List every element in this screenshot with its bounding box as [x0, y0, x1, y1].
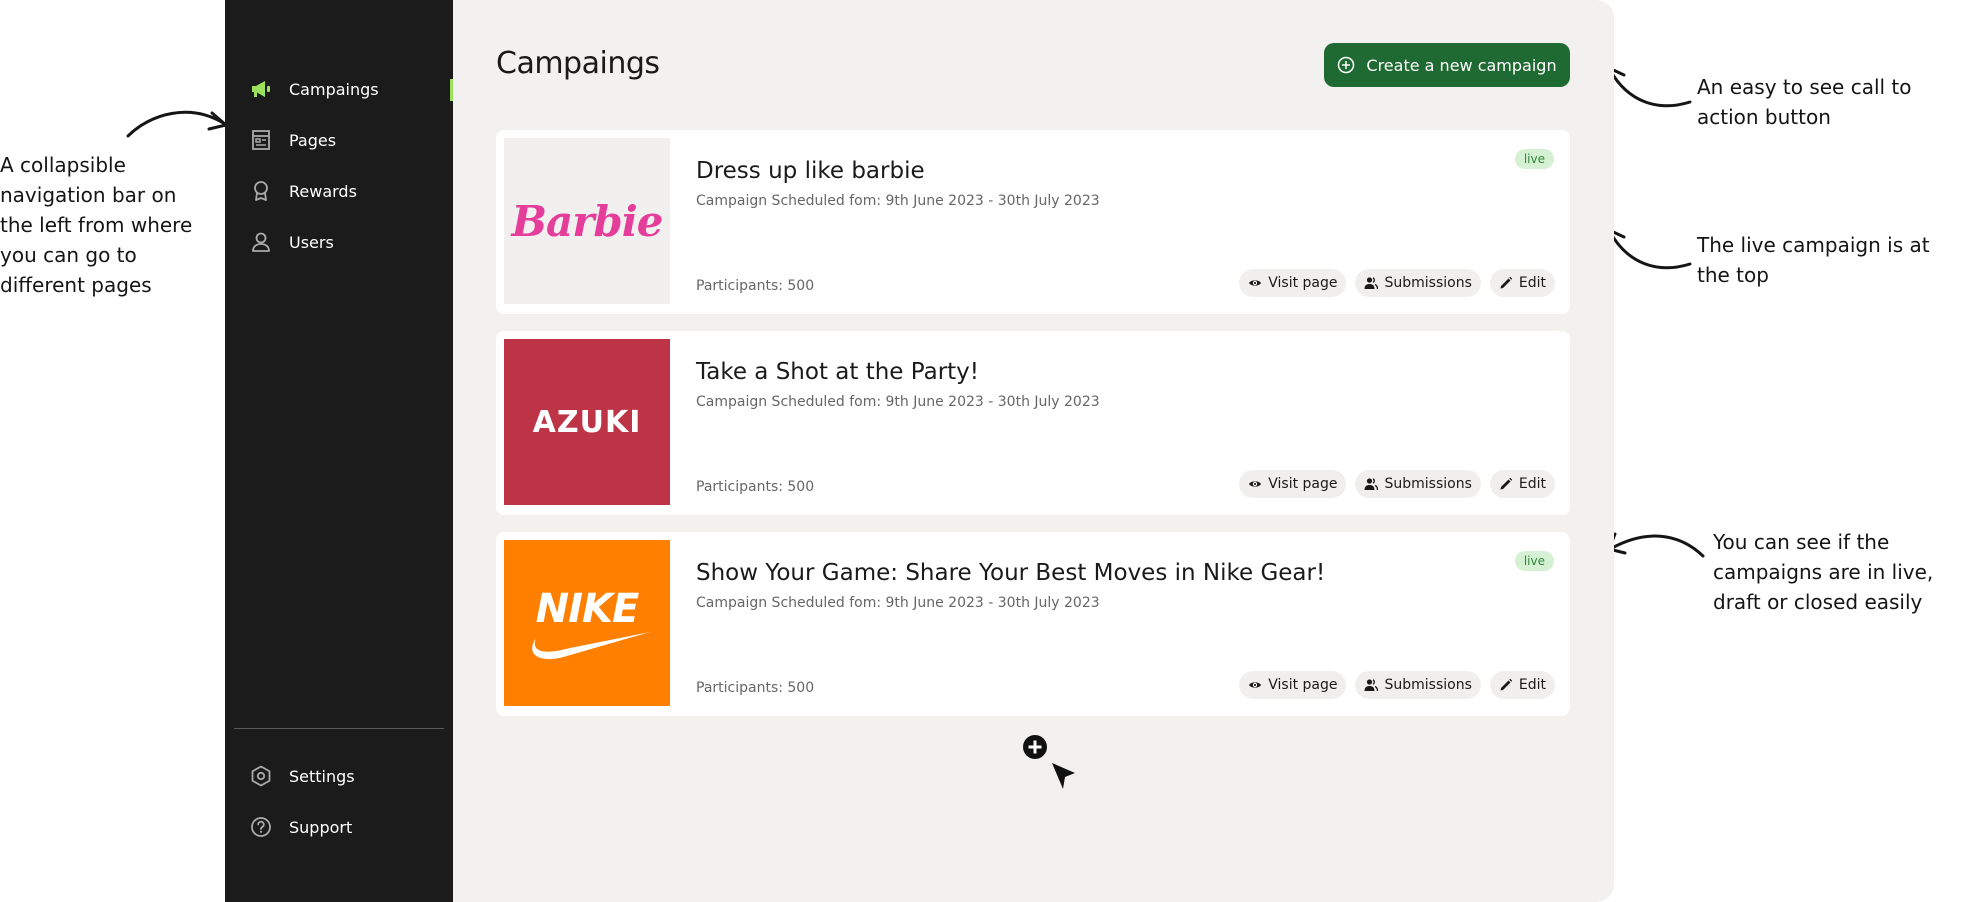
campaign-thumbnail-azuki: AZUKI — [504, 339, 670, 505]
submissions-label: Submissions — [1384, 677, 1472, 693]
sidebar-item-settings[interactable]: Settings — [250, 756, 453, 796]
campaign-participants: Participants: 500 — [696, 680, 815, 696]
campaign-card[interactable]: AZUKI Take a Shot at the Party! Campaign… — [496, 331, 1570, 515]
megaphone-icon — [250, 78, 272, 100]
campaign-thumbnail-nike: NIKE — [504, 540, 670, 706]
users-icon — [1364, 477, 1379, 491]
annotation-arrow-left — [126, 110, 228, 138]
visit-page-button[interactable]: Visit page — [1239, 671, 1347, 699]
add-campaign-plus-icon[interactable] — [1021, 733, 1081, 793]
edit-button[interactable]: Edit — [1489, 470, 1555, 498]
sidebar-item-label: Settings — [289, 766, 355, 786]
barbie-logo: Barbie — [511, 196, 664, 246]
campaign-participants: Participants: 500 — [696, 278, 815, 294]
campaign-card[interactable]: NIKE Show Your Game: Share Your Best Mov… — [496, 532, 1570, 716]
eye-icon — [1248, 477, 1262, 491]
sidebar-divider — [234, 728, 444, 729]
campaign-title: Dress up like barbie — [696, 158, 925, 184]
status-badge: live — [1514, 551, 1554, 571]
visit-page-button[interactable]: Visit page — [1239, 269, 1347, 297]
campaign-schedule: Campaign Scheduled fom: 9th June 2023 - … — [696, 193, 1100, 209]
page-icon — [250, 129, 272, 151]
status-badge: live — [1514, 149, 1554, 169]
pencil-icon — [1499, 477, 1513, 491]
annotation-navigation: A collapsible navigation bar on the left… — [0, 153, 193, 297]
campaign-title: Take a Shot at the Party! — [696, 359, 979, 385]
visit-page-button[interactable]: Visit page — [1239, 470, 1347, 498]
annotation-live: The live campaign is at the top — [1697, 233, 1930, 287]
visit-page-label: Visit page — [1268, 677, 1338, 693]
submissions-button[interactable]: Submissions — [1355, 269, 1481, 297]
campaign-schedule: Campaign Scheduled fom: 9th June 2023 - … — [696, 595, 1100, 611]
create-campaign-button[interactable]: Create a new campaign — [1324, 43, 1570, 87]
edit-label: Edit — [1518, 275, 1546, 291]
award-icon — [250, 180, 272, 202]
submissions-button[interactable]: Submissions — [1355, 470, 1481, 498]
sidebar-item-label: Pages — [289, 130, 337, 150]
campaign-card[interactable]: Barbie Dress up like barbie Campaign Sch… — [496, 130, 1570, 314]
gear-icon — [250, 765, 272, 787]
visit-page-label: Visit page — [1268, 476, 1338, 492]
edit-label: Edit — [1518, 677, 1546, 693]
edit-button[interactable]: Edit — [1489, 671, 1555, 699]
sidebar-item-support[interactable]: Support — [250, 807, 453, 847]
sidebar-item-pages[interactable]: Pages — [250, 120, 453, 160]
annotation-arrow-status — [1607, 532, 1705, 558]
plus-circle-icon — [1337, 56, 1355, 74]
sidebar-item-label: Rewards — [289, 181, 357, 201]
submissions-label: Submissions — [1384, 476, 1472, 492]
sidebar-item-rewards[interactable]: Rewards — [250, 171, 453, 211]
page-title: Campaings — [496, 46, 660, 81]
campaign-actions: Visit page Submissions Edit — [1239, 470, 1555, 498]
azuki-logo: AZUKI — [532, 404, 642, 440]
campaign-schedule: Campaign Scheduled fom: 9th June 2023 - … — [696, 394, 1100, 410]
sidebar-item-users[interactable]: Users — [250, 222, 453, 262]
campaign-actions: Visit page Submissions Edit — [1239, 269, 1555, 297]
sidebar-item-label: Support — [289, 817, 353, 837]
campaign-thumbnail-barbie: Barbie — [504, 138, 670, 304]
pencil-icon — [1499, 276, 1513, 290]
edit-label: Edit — [1518, 476, 1546, 492]
edit-button[interactable]: Edit — [1489, 269, 1555, 297]
campaign-participants: Participants: 500 — [696, 479, 815, 495]
sidebar: Campaings Pages Rewards Users Settings S… — [225, 0, 453, 902]
eye-icon — [1248, 678, 1262, 692]
eye-icon — [1248, 276, 1262, 290]
submissions-button[interactable]: Submissions — [1355, 671, 1481, 699]
pencil-icon — [1499, 678, 1513, 692]
sidebar-item-label: Users — [289, 232, 334, 252]
users-icon — [1364, 276, 1379, 290]
annotation-cta: An easy to see call to action button — [1697, 75, 1912, 129]
campaign-actions: Visit page Submissions Edit — [1239, 671, 1555, 699]
user-icon — [250, 231, 272, 253]
sidebar-item-campaigns[interactable]: Campaings — [250, 69, 453, 109]
submissions-label: Submissions — [1384, 275, 1472, 291]
main-content: Campaings Create a new campaign Barbie D… — [453, 0, 1614, 902]
visit-page-label: Visit page — [1268, 275, 1338, 291]
create-campaign-label: Create a new campaign — [1366, 55, 1557, 75]
annotation-status: You can see if the campaigns are in live… — [1713, 530, 1934, 614]
help-icon — [250, 816, 272, 838]
sidebar-item-label: Campaings — [289, 79, 379, 99]
campaign-title: Show Your Game: Share Your Best Moves in… — [696, 560, 1326, 586]
swoosh-icon — [532, 632, 650, 660]
users-icon — [1364, 678, 1379, 692]
